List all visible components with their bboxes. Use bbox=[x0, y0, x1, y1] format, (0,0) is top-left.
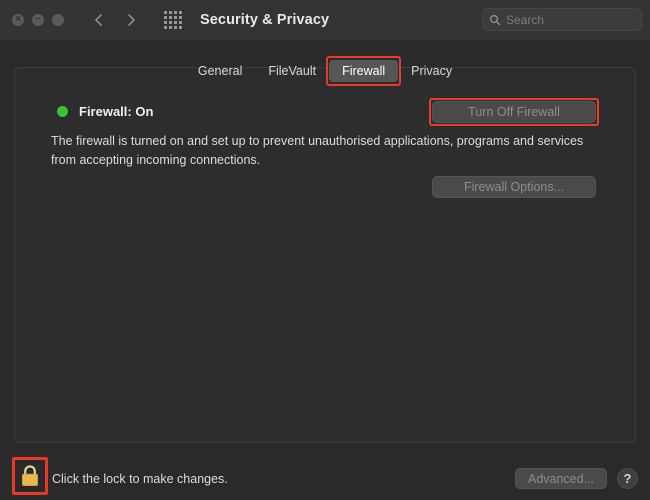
grid-dot bbox=[164, 11, 168, 15]
close-icon: ✕ bbox=[14, 14, 22, 24]
lock-button[interactable] bbox=[14, 459, 46, 493]
grid-dot bbox=[173, 15, 178, 20]
search-field[interactable]: Search bbox=[482, 8, 642, 31]
turn-off-firewall-button[interactable]: Turn Off Firewall bbox=[432, 101, 596, 123]
status-indicator-dot bbox=[57, 106, 68, 117]
search-input[interactable]: Search bbox=[506, 13, 544, 27]
forward-chevron-icon[interactable] bbox=[124, 13, 138, 27]
firewall-status-label: Firewall: On bbox=[79, 104, 154, 119]
grid-dot bbox=[178, 25, 182, 29]
grid-dot bbox=[168, 15, 173, 20]
tab-privacy[interactable]: Privacy bbox=[398, 60, 465, 82]
grid-dot bbox=[164, 20, 168, 25]
firewall-description-text: The firewall is turned on and set up to … bbox=[51, 134, 584, 167]
firewall-status-row: Firewall: On bbox=[57, 104, 153, 119]
minimize-button[interactable]: − bbox=[32, 14, 44, 26]
preference-tab-bar: General FileVault Firewall Privacy bbox=[0, 56, 650, 86]
grid-dot bbox=[168, 25, 173, 29]
window-toolbar: ✕ − Security & Privacy Search bbox=[0, 0, 650, 40]
traffic-light-group: ✕ − bbox=[12, 14, 64, 26]
back-chevron-icon[interactable] bbox=[92, 13, 106, 27]
minimize-icon: − bbox=[34, 14, 42, 24]
search-icon bbox=[489, 14, 501, 26]
close-button[interactable]: ✕ bbox=[12, 14, 24, 26]
grid-dot bbox=[164, 25, 168, 29]
grid-dot bbox=[173, 20, 178, 25]
grid-dot bbox=[173, 25, 178, 29]
lock-hint-text: Click the lock to make changes. bbox=[52, 472, 228, 486]
grid-dot bbox=[168, 11, 173, 15]
grid-dot bbox=[168, 20, 173, 25]
firewall-settings-panel: Firewall: On Turn Off Firewall The firew… bbox=[14, 67, 636, 443]
advanced-button[interactable]: Advanced... bbox=[515, 468, 607, 489]
grid-dot bbox=[164, 15, 168, 20]
tab-general[interactable]: General bbox=[185, 60, 255, 82]
grid-dot bbox=[173, 11, 178, 15]
navigation-buttons bbox=[92, 13, 138, 27]
lock-closed-icon bbox=[19, 464, 41, 488]
help-button[interactable]: ? bbox=[617, 468, 638, 489]
show-all-grid-icon[interactable] bbox=[164, 11, 182, 29]
grid-dot bbox=[178, 20, 182, 25]
zoom-button[interactable] bbox=[52, 14, 64, 26]
tab-firewall[interactable]: Firewall bbox=[326, 56, 402, 86]
grid-dot bbox=[178, 11, 182, 15]
firewall-options-button[interactable]: Firewall Options... bbox=[432, 176, 596, 198]
grid-dot bbox=[178, 15, 182, 20]
tab-filevault[interactable]: FileVault bbox=[255, 60, 329, 82]
page-title: Security & Privacy bbox=[200, 12, 330, 28]
